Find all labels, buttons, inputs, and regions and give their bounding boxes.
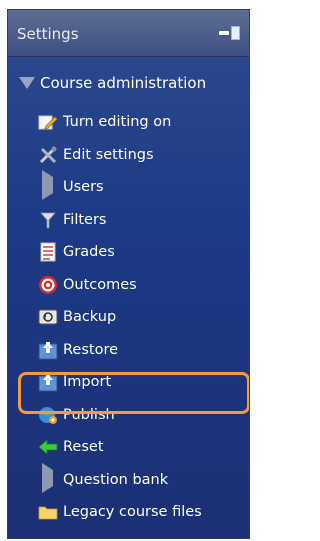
- grades-sheet-icon: [38, 242, 58, 262]
- menu-item-legacy-course-files[interactable]: Legacy course files: [38, 496, 202, 529]
- filter-funnel-icon: [38, 210, 58, 230]
- menu-item-restore[interactable]: Restore: [38, 334, 202, 367]
- menu-item-turn-editing-on[interactable]: Turn editing on: [38, 106, 202, 139]
- menu-item-users[interactable]: Users: [38, 170, 202, 204]
- menu-item-label: Backup: [63, 309, 117, 326]
- menu-item-label: Turn editing on: [63, 114, 172, 131]
- admin-items-list: Turn editing on Edit settings Users Filt…: [38, 106, 202, 529]
- block-title: Settings: [17, 25, 79, 43]
- expand-arrow-icon: [38, 170, 58, 201]
- edit-pencil-icon: [38, 112, 58, 132]
- menu-item-label: Legacy course files: [63, 504, 202, 521]
- menu-item-label: Filters: [63, 211, 107, 228]
- course-administration-label: Course administration: [40, 74, 207, 92]
- backup-icon: [38, 307, 58, 327]
- menu-item-filters[interactable]: Filters: [38, 204, 202, 237]
- menu-item-label: Edit settings: [63, 146, 154, 163]
- folder-icon: [38, 502, 58, 522]
- expand-arrow-icon: [38, 462, 58, 493]
- reset-arrow-icon: [38, 437, 58, 457]
- menu-item-outcomes[interactable]: Outcomes: [38, 269, 202, 302]
- menu-item-backup[interactable]: Backup: [38, 301, 202, 334]
- menu-item-label: Restore: [63, 341, 119, 358]
- menu-item-question-bank[interactable]: Question bank: [38, 462, 202, 497]
- block-header: Settings: [8, 10, 249, 57]
- menu-item-label: Users: [63, 179, 104, 196]
- import-highlight-box: [18, 372, 249, 414]
- tools-icon: [38, 145, 58, 165]
- menu-item-label: Grades: [63, 244, 115, 261]
- menu-item-reset[interactable]: Reset: [38, 431, 202, 464]
- menu-item-label: Reset: [63, 439, 104, 456]
- dock-icon[interactable]: [219, 26, 241, 40]
- target-icon: [38, 275, 58, 295]
- restore-icon: [38, 340, 58, 360]
- course-administration-node[interactable]: Course administration: [19, 74, 206, 92]
- menu-item-label: Question bank: [63, 471, 169, 488]
- collapse-arrow-icon: [19, 77, 35, 89]
- menu-item-grades[interactable]: Grades: [38, 236, 202, 269]
- menu-item-edit-settings[interactable]: Edit settings: [38, 139, 202, 172]
- menu-item-label: Outcomes: [63, 276, 137, 293]
- settings-block: Settings Course administration Turn edit…: [7, 9, 250, 539]
